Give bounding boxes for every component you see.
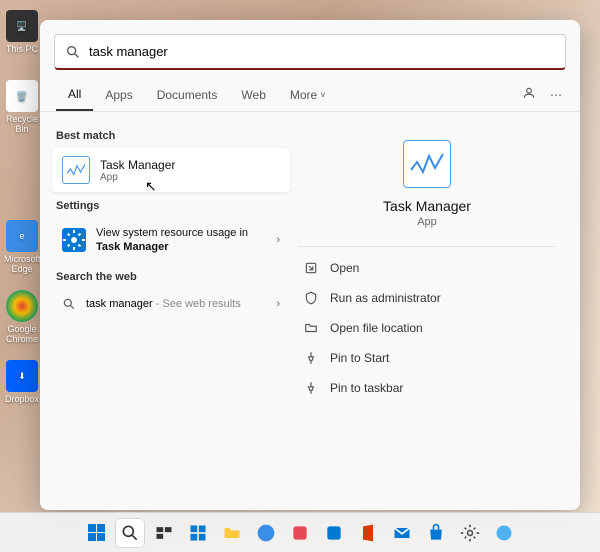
desktop-icon-edge[interactable]: e Microsoft Edge <box>4 220 40 274</box>
result-web-search[interactable]: task manager - See web results › <box>52 289 290 319</box>
desktop-icon-label: Microsoft Edge <box>4 254 40 274</box>
shield-icon <box>304 291 318 305</box>
settings-result-text-2: Task Manager <box>96 241 169 253</box>
taskbar-office[interactable] <box>354 519 382 547</box>
action-pin-taskbar[interactable]: Pin to taskbar <box>298 373 556 403</box>
dropbox-icon: ⬇ <box>6 360 38 392</box>
edge-icon: e <box>6 220 38 252</box>
preview-pane: Task Manager App <box>298 140 556 228</box>
pin-icon <box>304 351 318 365</box>
folder-icon <box>304 321 318 335</box>
pin-icon <box>304 381 318 395</box>
taskbar-explorer[interactable] <box>218 519 246 547</box>
section-settings: Settings <box>52 192 290 218</box>
preview-title: Task Manager <box>298 198 556 214</box>
tab-web[interactable]: Web <box>229 78 277 111</box>
taskbar-settings[interactable] <box>456 519 484 547</box>
filter-tabs: All Apps Documents Web More ˅ ⋯ <box>40 78 580 112</box>
action-label: Open <box>330 261 359 275</box>
action-open[interactable]: Open <box>298 253 556 283</box>
search-bar[interactable] <box>54 34 566 70</box>
result-title: Task Manager <box>100 158 175 172</box>
taskbar-edge[interactable] <box>252 519 280 547</box>
taskbar-app-2[interactable] <box>320 519 348 547</box>
task-manager-icon <box>62 156 90 184</box>
chevron-right-icon: › <box>276 298 280 310</box>
desktop-icon-recycle-bin[interactable]: 🗑️ Recycle Bin <box>4 80 40 134</box>
desktop-icon-label: Dropbox <box>4 394 40 404</box>
task-manager-large-icon <box>403 140 451 188</box>
search-icon <box>65 44 81 60</box>
search-icon <box>62 297 76 311</box>
web-result-suffix: - See web results <box>153 298 241 310</box>
tab-apps[interactable]: Apps <box>93 78 144 111</box>
result-settings-resource-usage[interactable]: View system resource usage in Task Manag… <box>52 218 290 263</box>
action-label: Run as administrator <box>330 291 441 305</box>
divider <box>298 246 556 247</box>
web-result-query: task manager <box>86 298 153 310</box>
open-icon <box>304 261 318 275</box>
taskbar-app-1[interactable] <box>286 519 314 547</box>
preview-subtitle: App <box>298 216 556 228</box>
result-subtitle: App <box>100 172 175 183</box>
tab-all[interactable]: All <box>56 78 93 111</box>
chevron-down-icon: ˅ <box>320 90 325 100</box>
search-input[interactable] <box>89 44 555 59</box>
taskbar-widgets[interactable] <box>184 519 212 547</box>
taskbar-app-3[interactable] <box>490 519 518 547</box>
section-search-web: Search the web <box>52 263 290 289</box>
desktop-icon-label: Google Chrome <box>4 324 40 344</box>
account-icon[interactable] <box>522 86 536 103</box>
chrome-icon <box>6 290 38 322</box>
taskbar-search-button[interactable] <box>116 519 144 547</box>
start-search-panel: All Apps Documents Web More ˅ ⋯ Best mat… <box>40 20 580 510</box>
desktop-icon-label: This PC <box>4 44 40 54</box>
action-run-admin[interactable]: Run as administrator <box>298 283 556 313</box>
action-label: Open file location <box>330 321 423 335</box>
tab-documents[interactable]: Documents <box>145 78 230 111</box>
desktop-icon-chrome[interactable]: Google Chrome <box>4 290 40 344</box>
desktop-icon-dropbox[interactable]: ⬇ Dropbox <box>4 360 40 404</box>
desktop-icon-label: Recycle Bin <box>4 114 40 134</box>
settings-app-icon <box>62 228 86 252</box>
taskbar-task-view[interactable] <box>150 519 178 547</box>
taskbar <box>0 512 600 552</box>
recycle-bin-icon: 🗑️ <box>6 80 38 112</box>
taskbar-start-button[interactable] <box>82 519 110 547</box>
action-open-location[interactable]: Open file location <box>298 313 556 343</box>
action-label: Pin to taskbar <box>330 381 403 395</box>
chevron-right-icon: › <box>276 234 280 246</box>
action-label: Pin to Start <box>330 351 389 365</box>
taskbar-mail[interactable] <box>388 519 416 547</box>
settings-result-text-1: View system resource usage in <box>96 227 248 239</box>
tab-more[interactable]: More ˅ <box>278 78 338 111</box>
taskbar-store[interactable] <box>422 519 450 547</box>
pc-icon: 🖥️ <box>6 10 38 42</box>
result-task-manager[interactable]: Task Manager App <box>52 148 290 192</box>
desktop-icon-this-pc[interactable]: 🖥️ This PC <box>4 10 40 54</box>
section-best-match: Best match <box>52 122 290 148</box>
more-options-icon[interactable]: ⋯ <box>550 88 564 102</box>
action-pin-start[interactable]: Pin to Start <box>298 343 556 373</box>
